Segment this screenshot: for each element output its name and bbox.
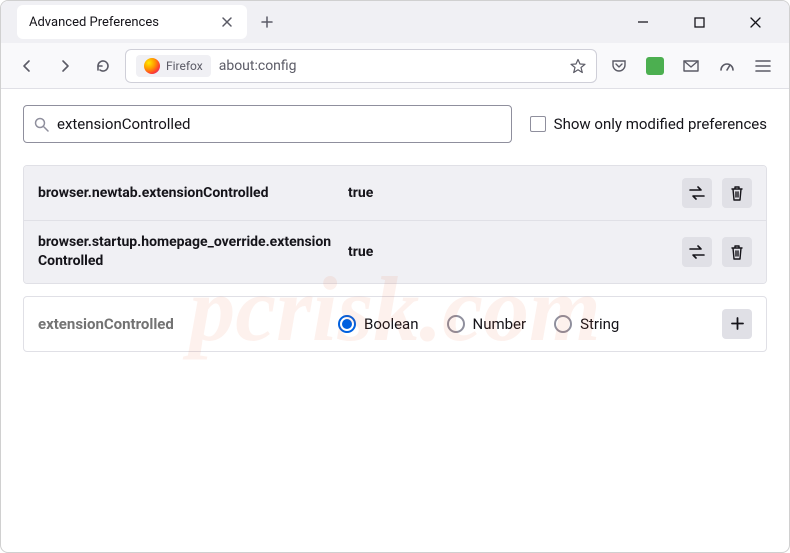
pref-value: true: [348, 244, 672, 260]
url-text: about:config: [219, 58, 562, 74]
radio-icon: [554, 315, 572, 333]
bookmark-star-icon[interactable]: [570, 58, 586, 74]
new-pref-name: extensionControlled: [38, 315, 328, 333]
new-pref-row: extensionControlled Boolean Number Strin…: [23, 296, 767, 352]
add-pref-button[interactable]: [722, 309, 752, 339]
radio-icon: [447, 315, 465, 333]
pref-name: browser.startup.homepage_override.extens…: [38, 233, 338, 271]
reload-button[interactable]: [87, 50, 119, 82]
maximize-button[interactable]: [681, 8, 717, 36]
pocket-icon[interactable]: [603, 50, 635, 82]
meter-icon[interactable]: [711, 50, 743, 82]
tab-title: Advanced Preferences: [29, 15, 211, 30]
show-modified-label: Show only modified preferences: [554, 115, 767, 133]
delete-button[interactable]: [722, 178, 752, 208]
delete-button[interactable]: [722, 237, 752, 267]
navbar: Firefox about:config: [1, 43, 789, 89]
checkbox-icon: [530, 116, 546, 132]
titlebar: Advanced Preferences: [1, 1, 789, 43]
back-button[interactable]: [11, 50, 43, 82]
toolbar-icons: [603, 50, 779, 82]
menu-button[interactable]: [747, 50, 779, 82]
pref-row: browser.startup.homepage_override.extens…: [24, 220, 766, 283]
radio-number[interactable]: Number: [447, 315, 527, 333]
firefox-icon: [144, 58, 160, 74]
pref-value: true: [348, 185, 672, 201]
radio-icon: [338, 315, 356, 333]
browser-tab[interactable]: Advanced Preferences: [17, 5, 247, 39]
new-tab-button[interactable]: [253, 8, 281, 36]
search-row: Show only modified preferences: [23, 105, 767, 143]
radio-label: Boolean: [364, 315, 419, 333]
radio-label: String: [580, 315, 619, 333]
content: Show only modified preferences browser.n…: [1, 89, 789, 368]
close-tab-icon[interactable]: [219, 14, 235, 30]
window-controls: [625, 8, 781, 36]
pref-row: browser.newtab.extensionControlled true: [24, 166, 766, 220]
minimize-button[interactable]: [625, 8, 661, 36]
pref-name: browser.newtab.extensionControlled: [38, 184, 338, 203]
toggle-button[interactable]: [682, 237, 712, 267]
show-modified-checkbox[interactable]: Show only modified preferences: [530, 115, 767, 133]
extension-icon[interactable]: [639, 50, 671, 82]
firefox-label: Firefox: [166, 59, 203, 73]
search-icon: [34, 117, 49, 132]
toggle-button[interactable]: [682, 178, 712, 208]
forward-button[interactable]: [49, 50, 81, 82]
browser-window: Advanced Preferences: [0, 0, 790, 553]
urlbar[interactable]: Firefox about:config: [125, 49, 597, 83]
type-radio-group: Boolean Number String: [338, 315, 712, 333]
radio-label: Number: [473, 315, 527, 333]
inbox-icon[interactable]: [675, 50, 707, 82]
radio-boolean[interactable]: Boolean: [338, 315, 419, 333]
prefs-list: browser.newtab.extensionControlled true …: [23, 165, 767, 284]
search-input[interactable]: [57, 115, 501, 133]
radio-string[interactable]: String: [554, 315, 619, 333]
firefox-badge: Firefox: [136, 55, 211, 77]
close-window-button[interactable]: [737, 8, 773, 36]
search-box[interactable]: [23, 105, 512, 143]
